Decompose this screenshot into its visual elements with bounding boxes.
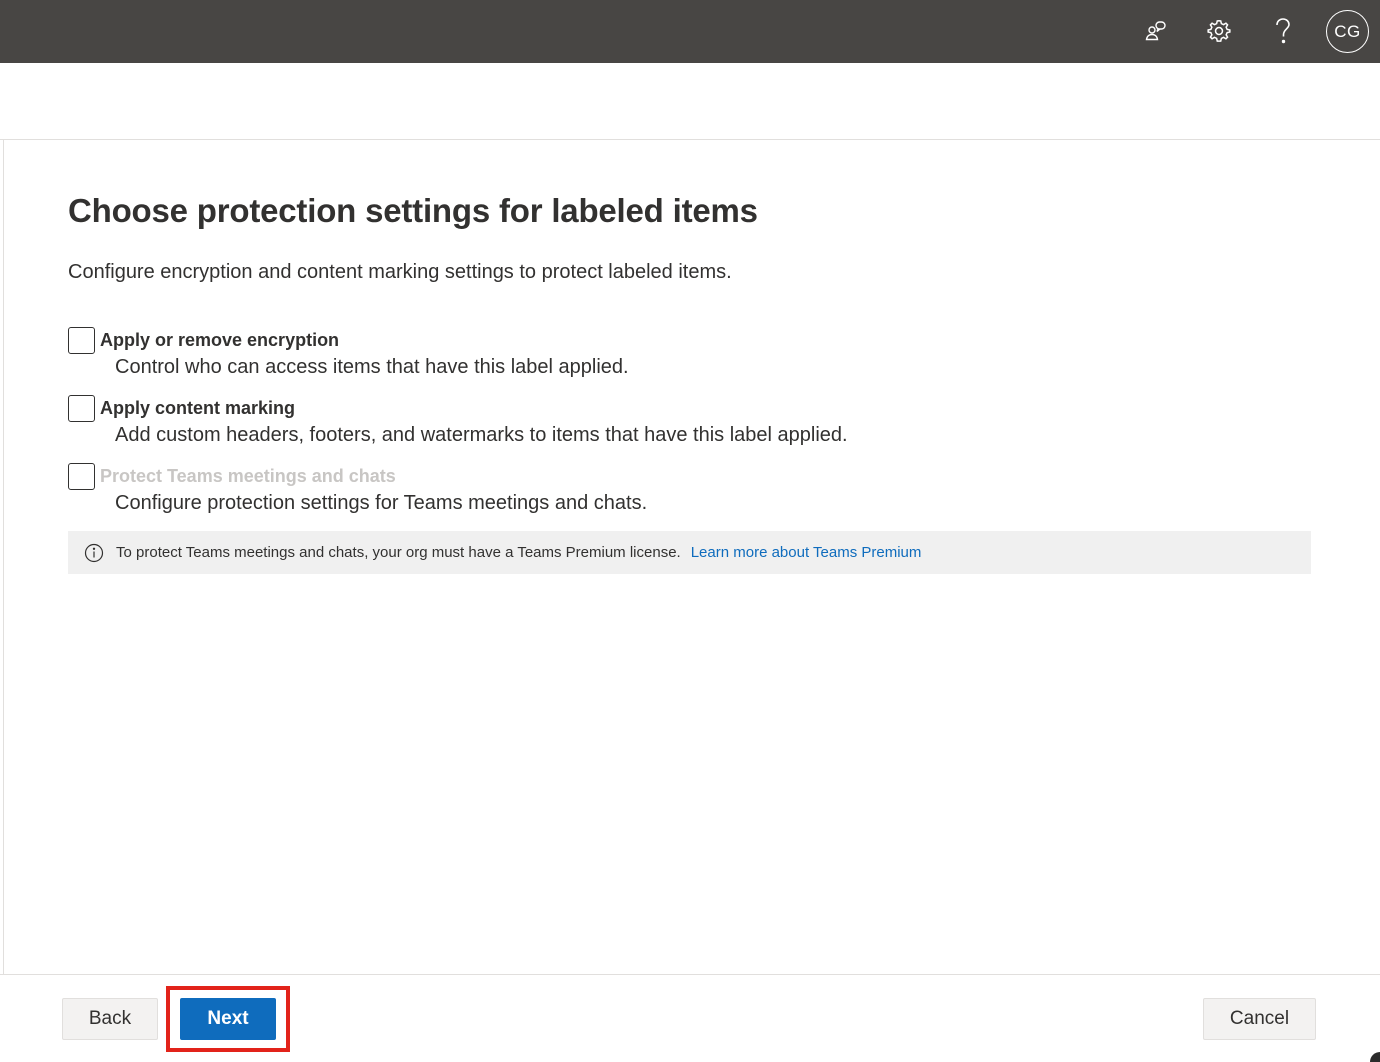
avatar[interactable]: CG [1326, 10, 1369, 53]
info-text: To protect Teams meetings and chats, you… [116, 544, 681, 561]
encryption-label[interactable]: Apply or remove encryption [100, 330, 339, 351]
top-bar: CG [0, 0, 1380, 63]
panel-divider [3, 140, 4, 974]
gear-icon[interactable] [1197, 10, 1241, 52]
learn-more-link[interactable]: Learn more about Teams Premium [691, 544, 922, 561]
info-icon [84, 543, 104, 563]
content-marking-checkbox[interactable] [68, 395, 95, 422]
encryption-description: Control who can access items that have t… [115, 356, 629, 378]
page-title: Choose protection settings for labeled i… [68, 192, 758, 229]
encryption-checkbox[interactable] [68, 327, 95, 354]
help-icon[interactable] [1261, 10, 1305, 52]
teams-protection-description: Configure protection settings for Teams … [115, 492, 648, 514]
people-icon[interactable] [1134, 10, 1178, 52]
content-marking-label[interactable]: Apply content marking [100, 398, 295, 419]
sub-header [0, 63, 1380, 140]
teams-protection-checkbox[interactable] [68, 463, 95, 490]
next-button[interactable]: Next [180, 998, 276, 1040]
option-content-marking: Apply content marking Add custom headers… [68, 395, 968, 457]
option-teams-protection: Protect Teams meetings and chats Configu… [68, 463, 968, 525]
option-encryption: Apply or remove encryption Control who c… [68, 327, 968, 389]
page-description: Configure encryption and content marking… [68, 261, 732, 283]
content-marking-description: Add custom headers, footers, and waterma… [115, 424, 848, 446]
cancel-button[interactable]: Cancel [1203, 998, 1316, 1040]
teams-protection-label: Protect Teams meetings and chats [100, 466, 396, 486]
back-button[interactable]: Back [62, 998, 158, 1040]
info-message-bar: To protect Teams meetings and chats, you… [68, 531, 1311, 574]
